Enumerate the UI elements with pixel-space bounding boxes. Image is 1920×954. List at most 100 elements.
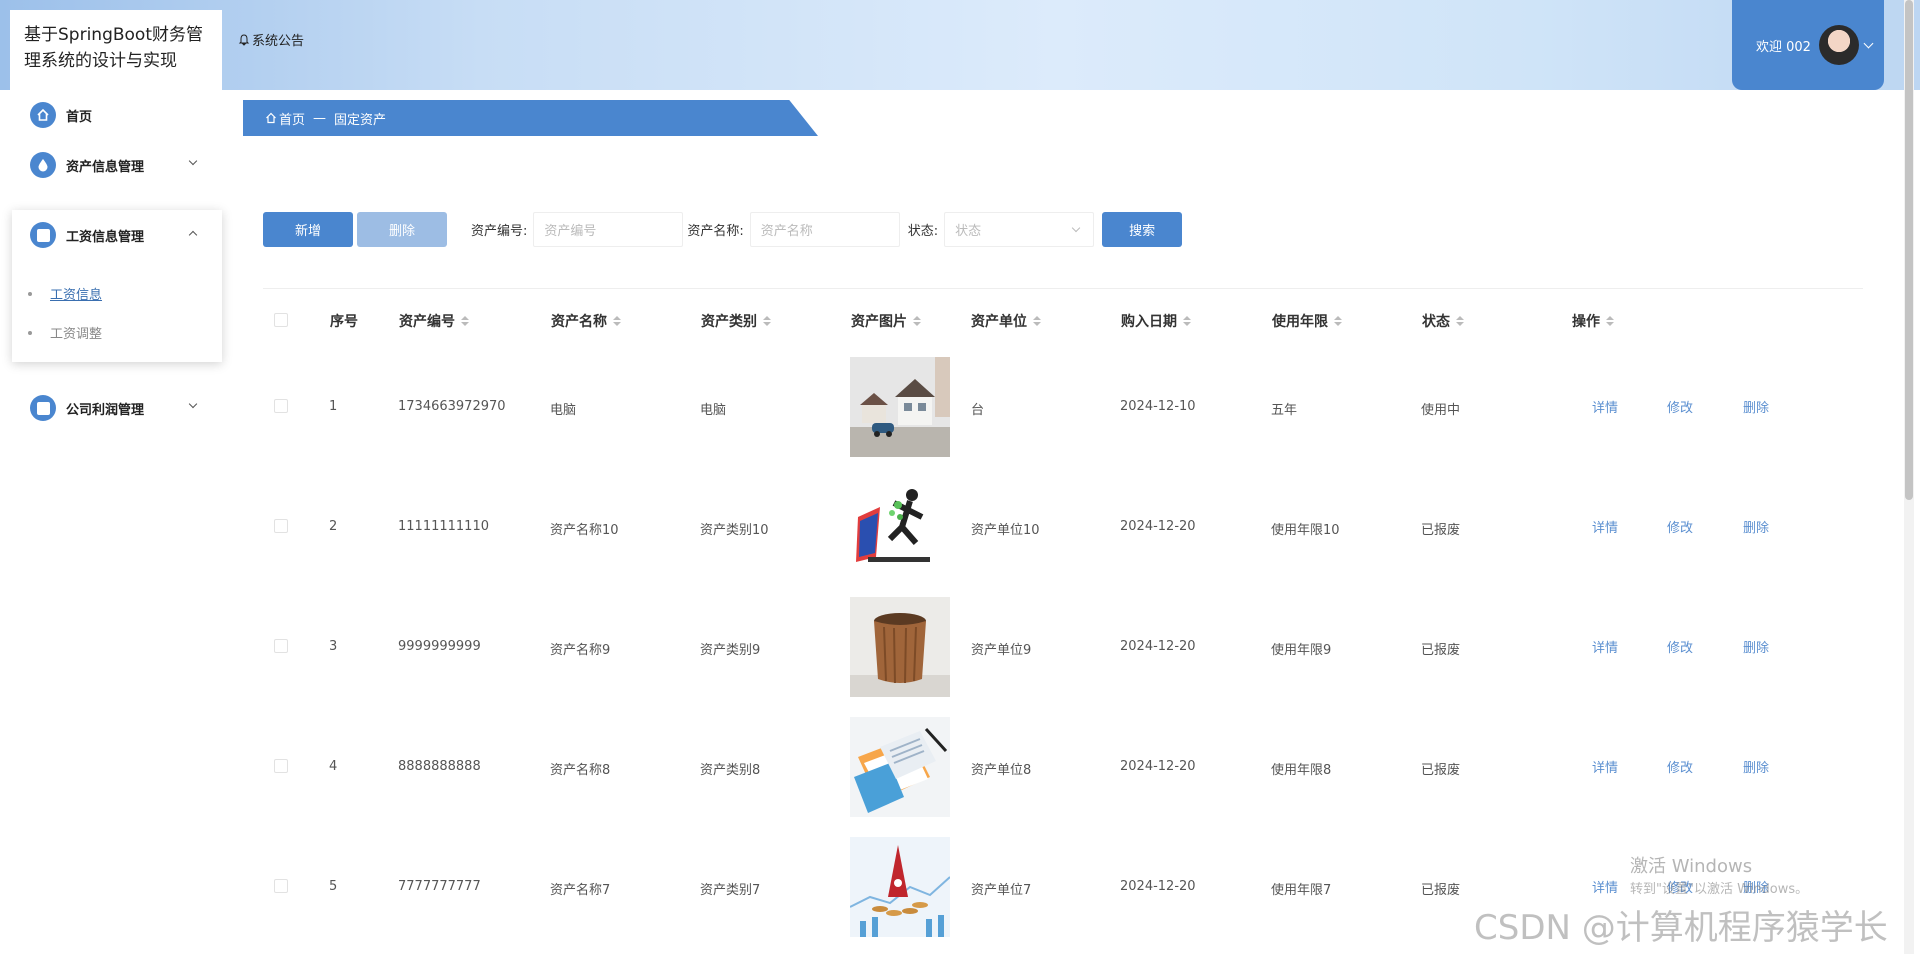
cell-asset-unit: 台 — [971, 403, 985, 418]
breadcrumb-separator: — — [313, 110, 327, 126]
delete-link[interactable]: 删除 — [1743, 757, 1769, 776]
column-header-actions[interactable]: 操作 — [1572, 311, 1614, 331]
cell-purchase-date: 2024-12-20 — [1120, 879, 1196, 894]
asset-no-input[interactable]: 资产编号 — [533, 212, 684, 247]
sidebar-item-label: 首页 — [66, 109, 93, 125]
sort-icon — [913, 316, 921, 326]
column-header-purchase-date[interactable]: 购入日期 — [1121, 311, 1191, 331]
edit-link[interactable]: 修改 — [1667, 637, 1693, 656]
sidebar-item-asset-info[interactable]: 资产信息管理 — [30, 152, 206, 178]
table-row: 3 9999999999 资产名称9 资产类别9 资产单位9 2024-12-2… — [263, 587, 1863, 707]
sort-icon — [1456, 316, 1464, 326]
cell-asset-category: 资产类别8 — [700, 763, 761, 778]
edit-link[interactable]: 修改 — [1667, 757, 1693, 776]
bullet-icon — [28, 291, 32, 296]
cell-status: 使用中 — [1421, 403, 1461, 418]
asset-image-house-car[interactable] — [850, 357, 950, 457]
submenu-item-salary-adjust[interactable]: 工资调整 — [28, 323, 102, 342]
status-select-placeholder: 状态 — [955, 224, 982, 239]
cell-asset-name: 资产名称7 — [550, 883, 611, 898]
edit-link[interactable]: 修改 — [1667, 517, 1693, 536]
windows-activation-hint: 转到"设置"以激活 Windows。 — [1630, 882, 1809, 897]
page-scrollbar[interactable] — [1904, 0, 1914, 954]
edit-link[interactable]: 修改 — [1667, 397, 1693, 416]
breadcrumb-current: 固定资产 — [334, 112, 387, 128]
row-checkbox[interactable] — [274, 879, 288, 893]
sort-icon — [1334, 316, 1342, 326]
asset-name-input[interactable]: 资产名称 — [749, 212, 900, 247]
system-notice-link[interactable]: 系统公告 — [238, 30, 304, 49]
detail-link[interactable]: 详情 — [1592, 637, 1618, 656]
column-header-service-life[interactable]: 使用年限 — [1272, 311, 1342, 331]
sidebar-item-profit[interactable]: 公司利润管理 — [30, 395, 206, 421]
cell-service-life: 使用年限8 — [1271, 763, 1332, 778]
home-icon — [266, 112, 276, 124]
cell-asset-no: 7777777777 — [398, 879, 481, 894]
drop-icon — [30, 152, 56, 178]
sort-icon — [613, 316, 621, 326]
detail-link[interactable]: 详情 — [1592, 757, 1618, 776]
cell-asset-category: 电脑 — [700, 403, 727, 418]
cell-index: 2 — [329, 519, 338, 534]
asset-image-documents[interactable] — [850, 717, 950, 817]
cell-index: 4 — [329, 759, 338, 774]
row-checkbox[interactable] — [274, 519, 288, 533]
home-icon — [30, 102, 56, 128]
row-checkbox[interactable] — [274, 399, 288, 413]
column-header-asset-image[interactable]: 资产图片 — [851, 311, 921, 331]
submenu-item-salary-info[interactable]: 工资信息 — [28, 284, 102, 303]
cell-service-life: 五年 — [1271, 403, 1298, 418]
asset-image-coins-chart[interactable] — [850, 837, 950, 937]
cell-asset-name: 资产名称8 — [550, 763, 611, 778]
detail-link[interactable]: 详情 — [1592, 517, 1618, 536]
cell-service-life: 使用年限7 — [1271, 883, 1332, 898]
cell-asset-unit: 资产单位10 — [971, 523, 1040, 538]
bell-icon — [238, 33, 250, 46]
cell-asset-name: 资产名称9 — [550, 643, 611, 658]
delete-link[interactable]: 删除 — [1743, 637, 1769, 656]
sidebar-item-label: 工资信息管理 — [66, 229, 145, 245]
column-header-asset-category[interactable]: 资产类别 — [701, 311, 771, 331]
add-button[interactable]: 新增 — [263, 212, 353, 247]
sidebar-item-home[interactable]: 首页 — [30, 102, 206, 128]
user-menu[interactable]: 欢迎 002 — [1732, 0, 1884, 90]
column-header-asset-no[interactable]: 资产编号 — [399, 311, 469, 331]
system-notice-label: 系统公告 — [252, 34, 305, 49]
column-header-status[interactable]: 状态 — [1422, 311, 1464, 331]
cell-status: 已报废 — [1421, 523, 1461, 538]
sort-icon — [763, 316, 771, 326]
breadcrumb-home[interactable]: 首页 — [265, 109, 305, 128]
cell-asset-unit: 资产单位8 — [971, 763, 1032, 778]
sidebar-item-salary-info[interactable]: 工资信息管理 — [30, 222, 206, 248]
delete-link[interactable]: 删除 — [1743, 517, 1769, 536]
column-header-asset-unit[interactable]: 资产单位 — [971, 311, 1041, 331]
cell-purchase-date: 2024-12-20 — [1120, 519, 1196, 534]
cell-asset-no: 11111111110 — [398, 519, 489, 534]
cell-purchase-date: 2024-12-20 — [1120, 639, 1196, 654]
chevron-down-icon — [188, 156, 198, 166]
column-header-asset-name[interactable]: 资产名称 — [551, 311, 621, 331]
delete-link[interactable]: 删除 — [1743, 397, 1769, 416]
select-all-checkbox[interactable] — [274, 313, 288, 327]
status-select[interactable]: 状态 — [944, 212, 1095, 247]
cell-status: 已报废 — [1421, 883, 1461, 898]
row-checkbox[interactable] — [274, 759, 288, 773]
cell-asset-name: 电脑 — [550, 403, 577, 418]
search-toolbar: 新增 删除 资产编号: 资产编号 资产名称: 资产名称 状态: 状态 搜索 — [263, 212, 1183, 247]
search-button[interactable]: 搜索 — [1102, 212, 1183, 247]
cell-asset-no: 8888888888 — [398, 759, 481, 774]
sort-icon — [1606, 316, 1614, 326]
cell-purchase-date: 2024-12-20 — [1120, 759, 1196, 774]
batch-delete-button[interactable]: 删除 — [357, 212, 447, 247]
csdn-watermark: CSDN @计算机程序猿学长 — [1474, 908, 1888, 948]
cell-service-life: 使用年限9 — [1271, 643, 1332, 658]
asset-image-laptop-thief[interactable] — [850, 477, 950, 577]
scrollbar-thumb[interactable] — [1905, 0, 1913, 500]
asset-image-pen-holder[interactable] — [850, 597, 950, 697]
detail-link[interactable]: 详情 — [1592, 877, 1618, 896]
detail-link[interactable]: 详情 — [1592, 397, 1618, 416]
cell-status: 已报废 — [1421, 643, 1461, 658]
row-checkbox[interactable] — [274, 639, 288, 653]
breadcrumb: 首页 — 固定资产 — [243, 100, 818, 136]
sort-icon — [1183, 316, 1191, 326]
